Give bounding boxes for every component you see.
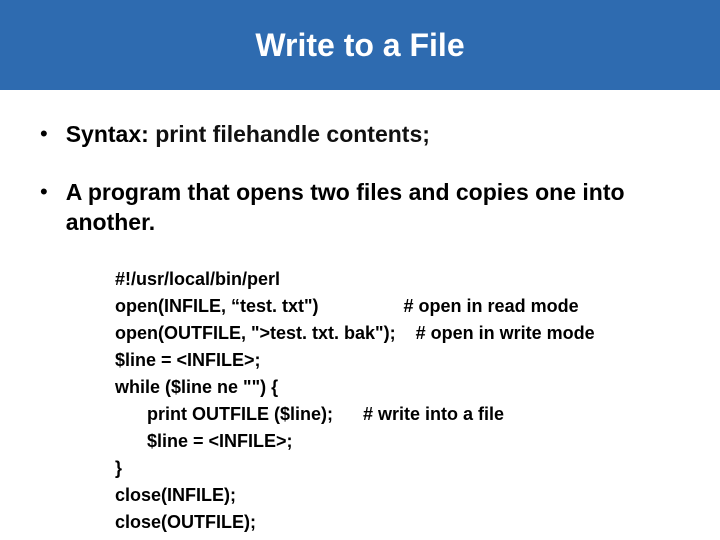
code-line: #!/usr/local/bin/perl [115, 266, 680, 293]
bullet-description: • A program that opens two files and cop… [40, 178, 680, 238]
slide-content: • Syntax: print filehandle contents; • A… [0, 120, 720, 536]
slide-title: Write to a File [255, 27, 464, 64]
bullet-syntax: • Syntax: print filehandle contents; [40, 120, 680, 150]
syntax-code: print filehandle contents; [155, 121, 430, 147]
bullet-description-text: A program that opens two files and copie… [66, 178, 680, 238]
code-line: print OUTFILE ($line); # write into a fi… [115, 401, 680, 428]
title-bar: Write to a File [0, 0, 720, 90]
code-line: open(OUTFILE, ">test. txt. bak"); # open… [115, 320, 680, 347]
code-line: open(INFILE, “test. txt") # open in read… [115, 293, 680, 320]
code-line: } [115, 455, 680, 482]
code-line: while ($line ne "") { [115, 374, 680, 401]
code-line: $line = <INFILE>; [115, 428, 680, 455]
bullet-dot-icon: • [40, 178, 48, 238]
code-line: $line = <INFILE>; [115, 347, 680, 374]
bullet-dot-icon: • [40, 120, 48, 150]
syntax-label: Syntax: [66, 121, 155, 147]
code-block: #!/usr/local/bin/perl open(INFILE, “test… [115, 266, 680, 536]
code-line: close(INFILE); [115, 482, 680, 509]
code-line: close(OUTFILE); [115, 509, 680, 536]
bullet-syntax-text: Syntax: print filehandle contents; [66, 120, 430, 150]
